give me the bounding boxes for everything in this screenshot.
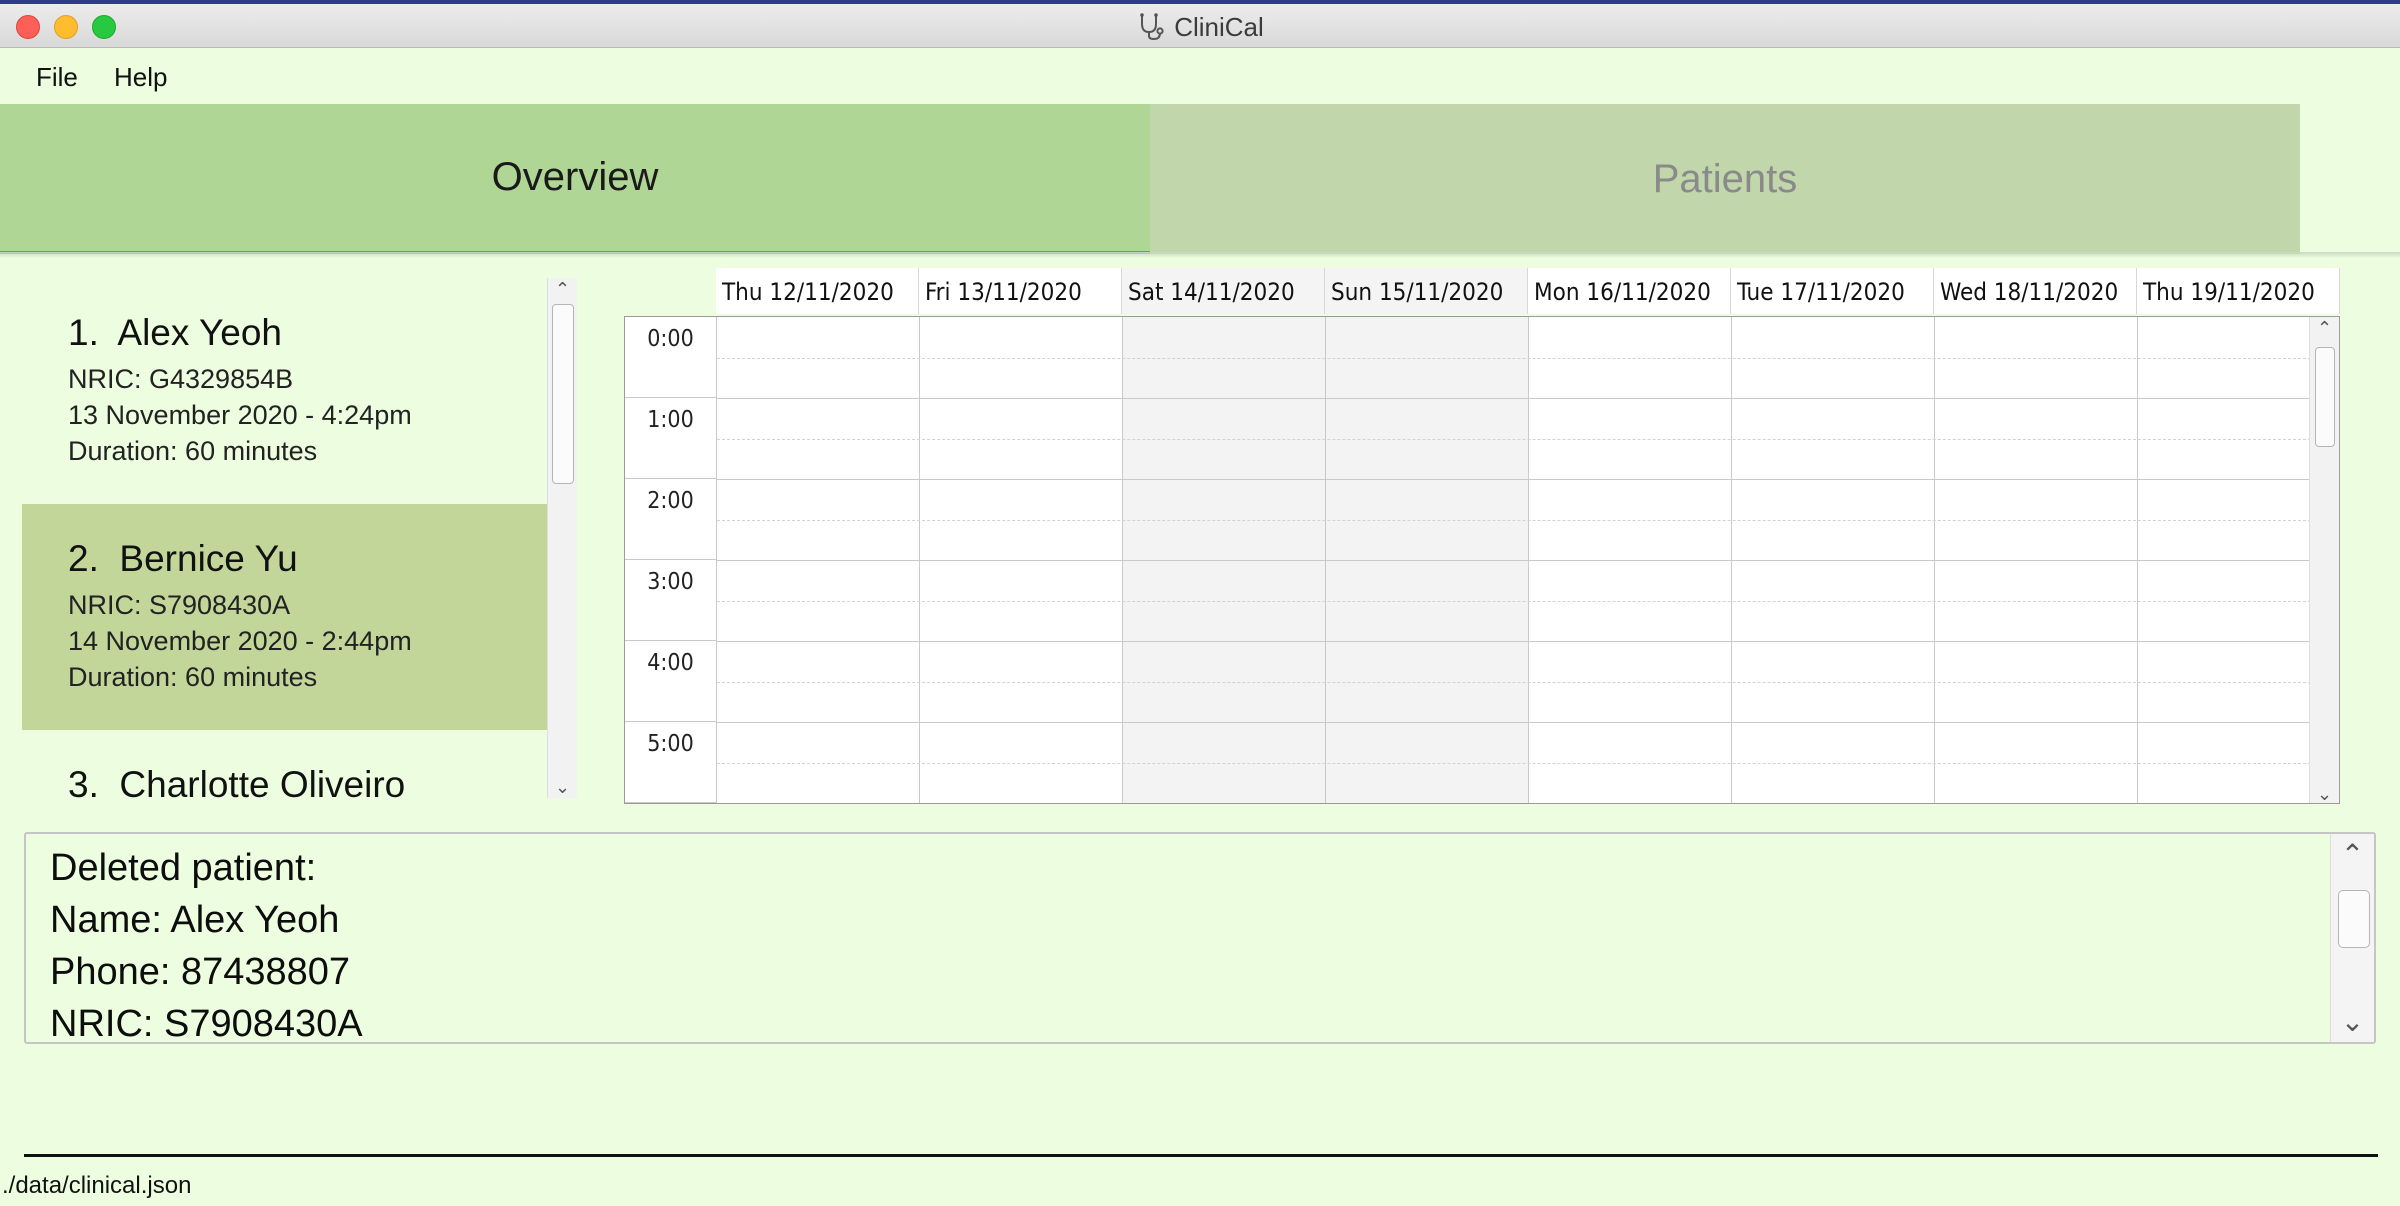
result-scrollbar[interactable]: ⌃ ⌄	[2330, 834, 2374, 1042]
result-line: Phone: 87438807	[50, 951, 351, 993]
scrollbar-thumb[interactable]	[2315, 347, 2335, 447]
day-header: Tue 17/11/2020	[1731, 268, 1934, 314]
half-hour-gridline	[717, 357, 2339, 359]
appointment-index: 1.	[68, 312, 99, 353]
tab-bar: Overview Patients	[0, 104, 2400, 258]
appointment-datetime: 13 November 2020 - 4:24pm	[68, 400, 412, 430]
appointment-title: 3. Charlotte Oliveiro	[68, 766, 547, 798]
appointment-list-scrollbar[interactable]: ⌃ ⌄	[547, 278, 577, 798]
day-header: Thu 19/11/2020	[2137, 268, 2340, 314]
hour-label: 5:00	[625, 722, 717, 803]
menu-help[interactable]: Help	[114, 62, 167, 93]
stethoscope-icon	[1136, 12, 1166, 41]
day-header: Sun 15/11/2020	[1325, 268, 1528, 314]
hour-gridline	[717, 641, 2339, 642]
hour-label: 3:00	[625, 560, 717, 641]
tab-strip-shadow	[0, 252, 2400, 258]
chevron-up-icon[interactable]: ⌃	[548, 278, 577, 300]
half-hour-gridline	[717, 681, 2339, 683]
appointment-index: 2.	[68, 538, 99, 579]
hour-label: 1:00	[625, 398, 717, 479]
appointment-duration: Duration: 60 minutes	[68, 436, 318, 466]
chevron-down-icon[interactable]: ⌄	[548, 776, 577, 798]
appointment-nric: NRIC: S7908430A	[68, 590, 291, 620]
day-header: Sat 14/11/2020	[1122, 268, 1325, 314]
result-line: NRIC: S7908430A	[50, 1003, 363, 1044]
appointment-title: 1. Alex Yeoh	[68, 314, 547, 351]
chevron-up-icon[interactable]: ⌃	[2331, 838, 2374, 871]
appointment-patient-name: Charlotte Oliveiro	[119, 764, 406, 798]
tab-patients[interactable]: Patients	[1150, 104, 2300, 254]
result-text: Deleted patient: Name: Alex Yeoh Phone: …	[50, 842, 363, 1044]
result-line: Name: Alex Yeoh	[50, 899, 340, 941]
window-title: CliniCal	[0, 12, 2400, 43]
day-header: Mon 16/11/2020	[1528, 268, 1731, 314]
window-title-text: CliniCal	[1174, 12, 1264, 42]
appointment-patient-name: Bernice Yu	[119, 538, 298, 579]
tab-overview[interactable]: Overview	[0, 104, 1150, 254]
half-hour-gridline	[717, 600, 2339, 602]
appointment-index: 3.	[68, 764, 99, 798]
chevron-down-icon[interactable]: ⌄	[2331, 1005, 2374, 1038]
week-calendar: Thu 12/11/2020 Fri 13/11/2020 Sat 14/11/20…	[624, 268, 2340, 804]
hour-gridline	[717, 803, 2340, 804]
day-header: Thu 12/11/2020	[716, 268, 919, 314]
hour-label: 2:00	[625, 479, 717, 560]
appointment-nric: NRIC: G4329854B	[68, 364, 294, 394]
appointment-card[interactable]: 1. Alex Yeoh NRIC: G4329854B 13 November…	[22, 278, 547, 504]
appointment-title: 2. Bernice Yu	[68, 540, 547, 577]
chevron-down-icon[interactable]: ⌄	[2310, 783, 2339, 803]
tab-patients-label: Patients	[1652, 156, 1798, 201]
hour-gridline	[717, 722, 2339, 723]
hour-label: 4:00	[625, 641, 717, 722]
hour-gridline	[717, 560, 2339, 561]
scrollbar-thumb[interactable]	[2338, 890, 2370, 948]
appointment-duration: Duration: 60 minutes	[68, 662, 318, 692]
day-header: Wed 18/11/2020	[1934, 268, 2137, 314]
status-divider	[24, 1154, 2378, 1157]
day-header: Fri 13/11/2020	[919, 268, 1122, 314]
appointment-card-selected[interactable]: 2. Bernice Yu NRIC: S7908430A 14 Novembe…	[22, 504, 547, 730]
half-hour-gridline	[717, 762, 2339, 764]
calendar-scrollbar[interactable]: ⌃ ⌄	[2309, 317, 2339, 803]
appointment-list[interactable]: 1. Alex Yeoh NRIC: G4329854B 13 November…	[22, 278, 547, 798]
appointment-card[interactable]: 3. Charlotte Oliveiro	[22, 730, 547, 798]
hour-label: 0:00	[625, 317, 717, 398]
menu-file[interactable]: File	[36, 62, 78, 93]
appointment-patient-name: Alex Yeoh	[117, 312, 282, 353]
half-hour-gridline	[717, 438, 2339, 440]
calendar-grid[interactable]: 0:00 1:00 2:00 3:00 4:00 5:00 ⌃ ⌄	[624, 316, 2340, 804]
hour-gridline	[717, 479, 2339, 480]
scrollbar-thumb[interactable]	[552, 304, 574, 484]
result-line: Deleted patient:	[50, 847, 317, 889]
title-bar: CliniCal	[0, 4, 2400, 48]
hour-gridline	[717, 398, 2339, 399]
calendar-day-headers: Thu 12/11/2020 Fri 13/11/2020 Sat 14/11/20…	[716, 268, 2340, 314]
menu-bar: File Help	[0, 48, 2400, 104]
chevron-up-icon[interactable]: ⌃	[2310, 317, 2339, 339]
appointment-datetime: 14 November 2020 - 2:44pm	[68, 626, 412, 656]
half-hour-gridline	[717, 519, 2339, 521]
tab-overview-label: Overview	[491, 155, 659, 199]
result-display[interactable]: Deleted patient: Name: Alex Yeoh Phone: …	[24, 832, 2376, 1044]
status-file-path: ./data/clinical.json	[2, 1172, 192, 1199]
